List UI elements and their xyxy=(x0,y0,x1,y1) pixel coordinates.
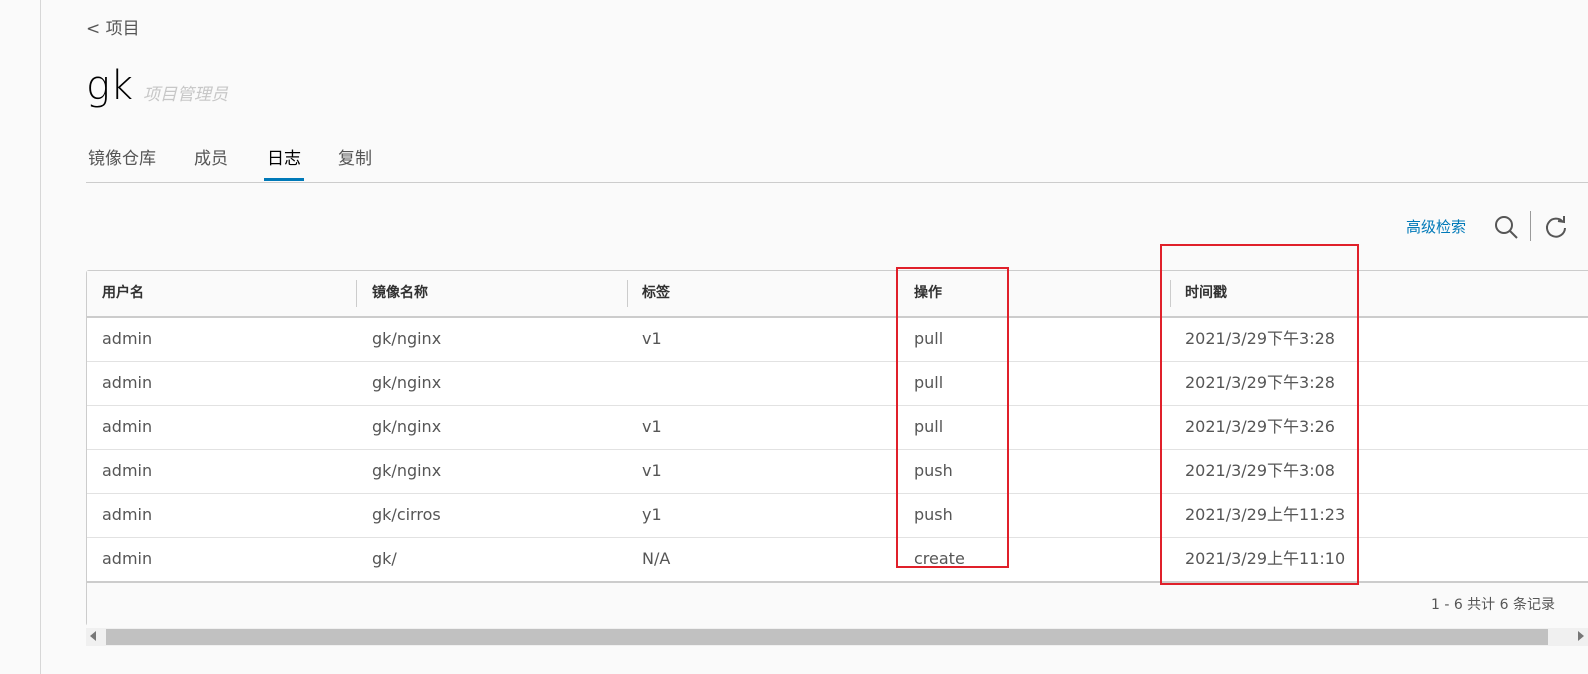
refresh-icon[interactable] xyxy=(1543,214,1569,240)
cell-tag: N/A xyxy=(642,549,671,568)
record-count: 1 - 6 共计 6 条记录 xyxy=(1430,597,1555,613)
cell-tag: v1 xyxy=(642,329,662,348)
timestamp-column-highlight-box xyxy=(1160,244,1359,585)
table-row: admin gk/nginx v1 pull 2021/3/29下午3:28 xyxy=(87,317,1588,362)
table-row: admin gk/nginx v1 pull 2021/3/29下午3:26 xyxy=(87,405,1588,450)
scroll-thumb[interactable] xyxy=(106,629,1548,645)
cell-tag: v1 xyxy=(642,417,662,436)
table-footer: 1 - 6 共计 6 条记录 xyxy=(87,581,1588,627)
cell-username: admin xyxy=(102,549,153,568)
back-to-projects-link[interactable]: < 项目 xyxy=(86,14,140,39)
project-role: 项目管理员 xyxy=(143,85,228,105)
operation-column-highlight-box xyxy=(896,267,1009,568)
cell-tag: v1 xyxy=(642,461,662,480)
scroll-left-arrow-icon[interactable] xyxy=(90,631,96,641)
cell-repository: gk/nginx xyxy=(372,417,442,436)
column-header-repository[interactable]: 镜像名称 xyxy=(372,271,428,316)
table-row: admin gk/ N/A create 2021/3/29上午11:10 xyxy=(87,537,1588,581)
tab-logs[interactable]: 日志 xyxy=(264,140,304,181)
left-border xyxy=(40,0,41,674)
tab-replication[interactable]: 复制 xyxy=(338,140,372,181)
cell-username: admin xyxy=(102,461,153,480)
column-separator[interactable] xyxy=(356,280,357,307)
cell-repository: gk/nginx xyxy=(372,373,442,392)
cell-repository: gk/ xyxy=(372,549,397,568)
logs-table: 用户名 镜像名称 标签 操作 时间戳 admin gk/nginx v1 pul… xyxy=(86,270,1588,627)
cell-username: admin xyxy=(102,329,153,348)
advanced-search-link[interactable]: 高级检索 xyxy=(1406,216,1466,237)
table-row: admin gk/cirros y1 push 2021/3/29上午11:23 xyxy=(87,493,1588,538)
toolbar-divider xyxy=(1530,211,1531,241)
tab-bar: 镜像仓库 成员 日志 复制 xyxy=(86,140,1588,183)
table-row: admin gk/nginx pull 2021/3/29下午3:28 xyxy=(87,361,1588,406)
horizontal-scrollbar[interactable] xyxy=(86,628,1588,646)
table-row: admin gk/nginx v1 push 2021/3/29下午3:08 xyxy=(87,449,1588,494)
cell-username: admin xyxy=(102,417,153,436)
cell-username: admin xyxy=(102,373,153,392)
tab-repositories[interactable]: 镜像仓库 xyxy=(88,140,156,181)
table-header: 用户名 镜像名称 标签 操作 时间戳 xyxy=(87,271,1588,318)
column-separator[interactable] xyxy=(627,280,628,307)
cell-repository: gk/cirros xyxy=(372,505,441,524)
search-icon[interactable] xyxy=(1493,214,1519,240)
tab-members[interactable]: 成员 xyxy=(194,140,228,181)
cell-username: admin xyxy=(102,505,153,524)
scroll-right-arrow-icon[interactable] xyxy=(1578,631,1584,641)
cell-repository: gk/nginx xyxy=(372,329,442,348)
column-header-username[interactable]: 用户名 xyxy=(102,271,144,316)
page-title: gk xyxy=(86,63,134,109)
cell-tag: y1 xyxy=(642,505,662,524)
cell-repository: gk/nginx xyxy=(372,461,442,480)
column-header-tag[interactable]: 标签 xyxy=(642,271,670,316)
